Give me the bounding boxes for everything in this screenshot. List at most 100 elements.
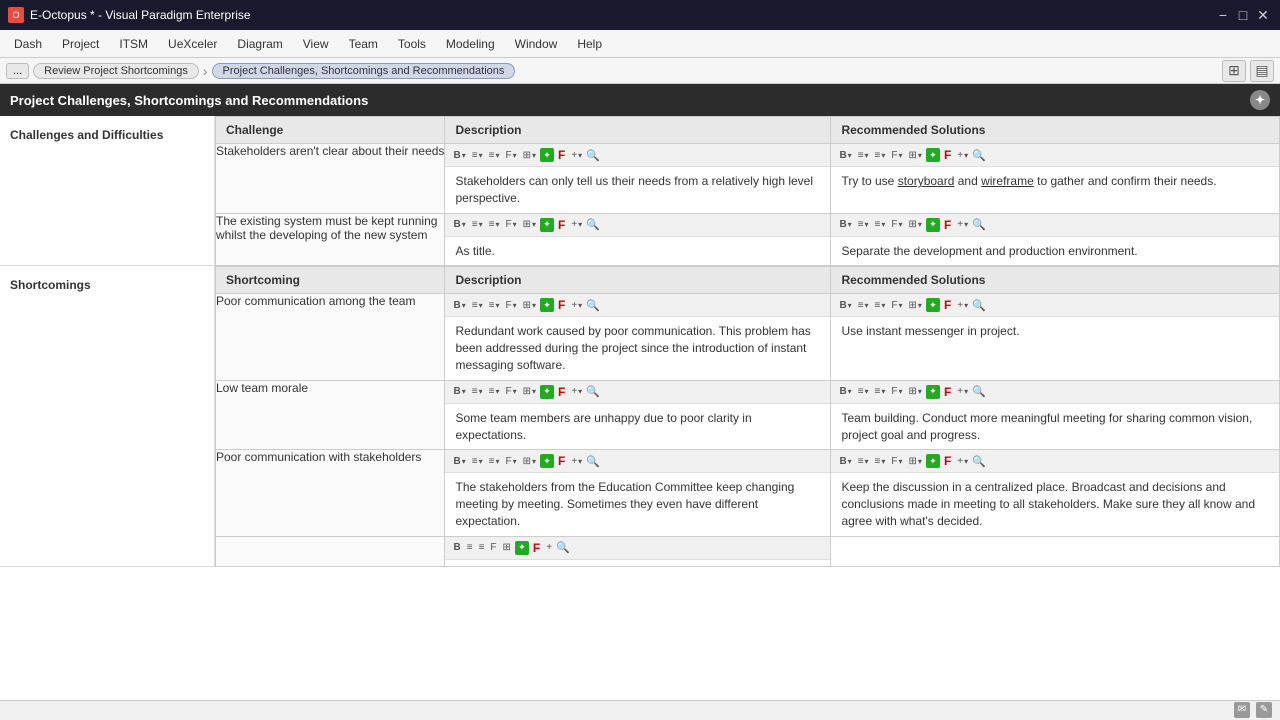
insert-green-icon-s2r[interactable]: ✦ bbox=[926, 385, 940, 399]
bold-btn-d2[interactable]: B▾ bbox=[451, 218, 467, 231]
title-bar-controls[interactable]: − □ ✕ bbox=[1214, 6, 1272, 24]
breadcrumb-challenges[interactable]: Project Challenges, Shortcomings and Rec… bbox=[212, 63, 516, 79]
bold-btn-s1d[interactable]: B▾ bbox=[451, 299, 467, 312]
plus-btn-d2[interactable]: +▾ bbox=[569, 218, 584, 231]
indent-btn-s1r[interactable]: ≡▾ bbox=[873, 299, 888, 312]
red-f-btn[interactable]: F bbox=[556, 147, 567, 163]
align-btn-d2[interactable]: ≡▾ bbox=[470, 218, 485, 231]
breadcrumb-icon-grid[interactable]: ⊞ bbox=[1222, 60, 1246, 82]
search-icon-r2[interactable]: 🔍 bbox=[972, 218, 986, 231]
indent-btn-s3d[interactable]: ≡▾ bbox=[487, 455, 502, 468]
table-btn-s3d[interactable]: ⊞▾ bbox=[521, 455, 538, 468]
insert-green-icon-r2[interactable]: ✦ bbox=[926, 218, 940, 232]
search-icon-s3r[interactable]: 🔍 bbox=[972, 455, 986, 468]
plus-btn[interactable]: +▾ bbox=[569, 149, 584, 162]
font-btn-s3r[interactable]: F▾ bbox=[889, 455, 904, 468]
align-btn-r2[interactable]: ≡▾ bbox=[856, 218, 871, 231]
indent-btn-s2d[interactable]: ≡▾ bbox=[487, 385, 502, 398]
search-icon-r1[interactable]: 🔍 bbox=[972, 149, 986, 162]
table-btn[interactable]: ⊞▾ bbox=[521, 149, 538, 162]
red-f-btn-s1d[interactable]: F bbox=[556, 297, 567, 313]
insert-green-icon-s4d[interactable]: ✦ bbox=[515, 541, 529, 555]
indent-btn-s4d[interactable]: ≡ bbox=[477, 541, 487, 554]
align-btn-s4d[interactable]: ≡ bbox=[465, 541, 475, 554]
red-f-btn-s2d[interactable]: F bbox=[556, 384, 567, 400]
indent-btn[interactable]: ≡▾ bbox=[487, 149, 502, 162]
insert-green-icon-s1r[interactable]: ✦ bbox=[926, 298, 940, 312]
menu-project[interactable]: Project bbox=[52, 33, 109, 55]
maximize-button[interactable]: □ bbox=[1234, 6, 1252, 24]
plus-btn-s3d[interactable]: +▾ bbox=[569, 455, 584, 468]
font-btn-s2d[interactable]: F▾ bbox=[503, 385, 518, 398]
bold-btn-s4d[interactable]: B bbox=[451, 541, 462, 554]
indent-btn-s3r[interactable]: ≡▾ bbox=[873, 455, 888, 468]
table-btn-s1d[interactable]: ⊞▾ bbox=[521, 299, 538, 312]
bold-btn-s3d[interactable]: B▾ bbox=[451, 455, 467, 468]
plus-btn-s1d[interactable]: +▾ bbox=[569, 299, 584, 312]
menu-itsm[interactable]: ITSM bbox=[109, 33, 158, 55]
font-btn-r1[interactable]: F▾ bbox=[889, 149, 904, 162]
align-btn-s1d[interactable]: ≡▾ bbox=[470, 299, 485, 312]
font-btn-s4d[interactable]: F bbox=[488, 541, 498, 554]
bold-btn-s2d[interactable]: B▾ bbox=[451, 385, 467, 398]
plus-btn-s2r[interactable]: +▾ bbox=[955, 385, 970, 398]
menu-uexceler[interactable]: UeXceler bbox=[158, 33, 227, 55]
indent-btn-r2[interactable]: ≡▾ bbox=[873, 218, 888, 231]
align-btn-s2d[interactable]: ≡▾ bbox=[470, 385, 485, 398]
bold-btn-r2[interactable]: B▾ bbox=[837, 218, 853, 231]
align-btn-s3d[interactable]: ≡▾ bbox=[470, 455, 485, 468]
red-f-btn-s1r[interactable]: F bbox=[942, 297, 953, 313]
plus-btn-s1r[interactable]: +▾ bbox=[955, 299, 970, 312]
table-btn-s4d[interactable]: ⊞ bbox=[501, 541, 513, 554]
insert-green-icon-s3r[interactable]: ✦ bbox=[926, 454, 940, 468]
red-f-btn-d2[interactable]: F bbox=[556, 217, 567, 233]
status-edit-icon[interactable]: ✎ bbox=[1256, 702, 1272, 718]
status-email-icon[interactable]: ✉ bbox=[1234, 702, 1250, 718]
menu-help[interactable]: Help bbox=[567, 33, 612, 55]
bold-btn-s3r[interactable]: B▾ bbox=[837, 455, 853, 468]
align-btn[interactable]: ≡▾ bbox=[470, 149, 485, 162]
align-btn-s3r[interactable]: ≡▾ bbox=[856, 455, 871, 468]
insert-green-icon-d2[interactable]: ✦ bbox=[540, 218, 554, 232]
plus-btn-r1[interactable]: +▾ bbox=[955, 149, 970, 162]
red-f-btn-s4d[interactable]: F bbox=[531, 540, 542, 556]
search-icon-s2r[interactable]: 🔍 bbox=[972, 385, 986, 398]
insert-green-icon-r1[interactable]: ✦ bbox=[926, 148, 940, 162]
font-btn-d2[interactable]: F▾ bbox=[503, 218, 518, 231]
red-f-btn-s3d[interactable]: F bbox=[556, 453, 567, 469]
align-btn-r1[interactable]: ≡▾ bbox=[856, 149, 871, 162]
indent-btn-s1d[interactable]: ≡▾ bbox=[487, 299, 502, 312]
font-btn-s3d[interactable]: F▾ bbox=[503, 455, 518, 468]
search-icon-s1r[interactable]: 🔍 bbox=[972, 299, 986, 312]
menu-view[interactable]: View bbox=[293, 33, 339, 55]
table-btn-s1r[interactable]: ⊞▾ bbox=[907, 299, 924, 312]
breadcrumb-icon-list[interactable]: ▤ bbox=[1250, 60, 1274, 82]
bold-btn[interactable]: B▾ bbox=[451, 149, 467, 162]
red-f-btn-s3r[interactable]: F bbox=[942, 453, 953, 469]
plus-btn-s4d[interactable]: + bbox=[544, 541, 554, 554]
menu-diagram[interactable]: Diagram bbox=[227, 33, 292, 55]
breadcrumb-more[interactable]: ... bbox=[6, 63, 29, 79]
indent-btn-d2[interactable]: ≡▾ bbox=[487, 218, 502, 231]
search-icon-s3d[interactable]: 🔍 bbox=[586, 455, 600, 468]
insert-green-icon-s1d[interactable]: ✦ bbox=[540, 298, 554, 312]
table-btn-s2d[interactable]: ⊞▾ bbox=[521, 385, 538, 398]
font-btn-s1r[interactable]: F▾ bbox=[889, 299, 904, 312]
search-icon-s1d[interactable]: 🔍 bbox=[586, 299, 600, 312]
table-btn-d2[interactable]: ⊞▾ bbox=[521, 218, 538, 231]
red-f-btn-r2[interactable]: F bbox=[942, 217, 953, 233]
font-btn[interactable]: F▾ bbox=[503, 149, 518, 162]
breadcrumb-review[interactable]: Review Project Shortcomings bbox=[33, 63, 199, 79]
plus-btn-s3r[interactable]: +▾ bbox=[955, 455, 970, 468]
menu-window[interactable]: Window bbox=[505, 33, 568, 55]
align-btn-s1r[interactable]: ≡▾ bbox=[856, 299, 871, 312]
table-btn-s2r[interactable]: ⊞▾ bbox=[907, 385, 924, 398]
plus-btn-s2d[interactable]: +▾ bbox=[569, 385, 584, 398]
menu-team[interactable]: Team bbox=[339, 33, 388, 55]
bold-btn-r1[interactable]: B▾ bbox=[837, 149, 853, 162]
plus-btn-r2[interactable]: +▾ bbox=[955, 218, 970, 231]
insert-green-icon[interactable]: ✦ bbox=[540, 148, 554, 162]
close-button[interactable]: ✕ bbox=[1254, 6, 1272, 24]
align-btn-s2r[interactable]: ≡▾ bbox=[856, 385, 871, 398]
red-f-btn-r1[interactable]: F bbox=[942, 147, 953, 163]
